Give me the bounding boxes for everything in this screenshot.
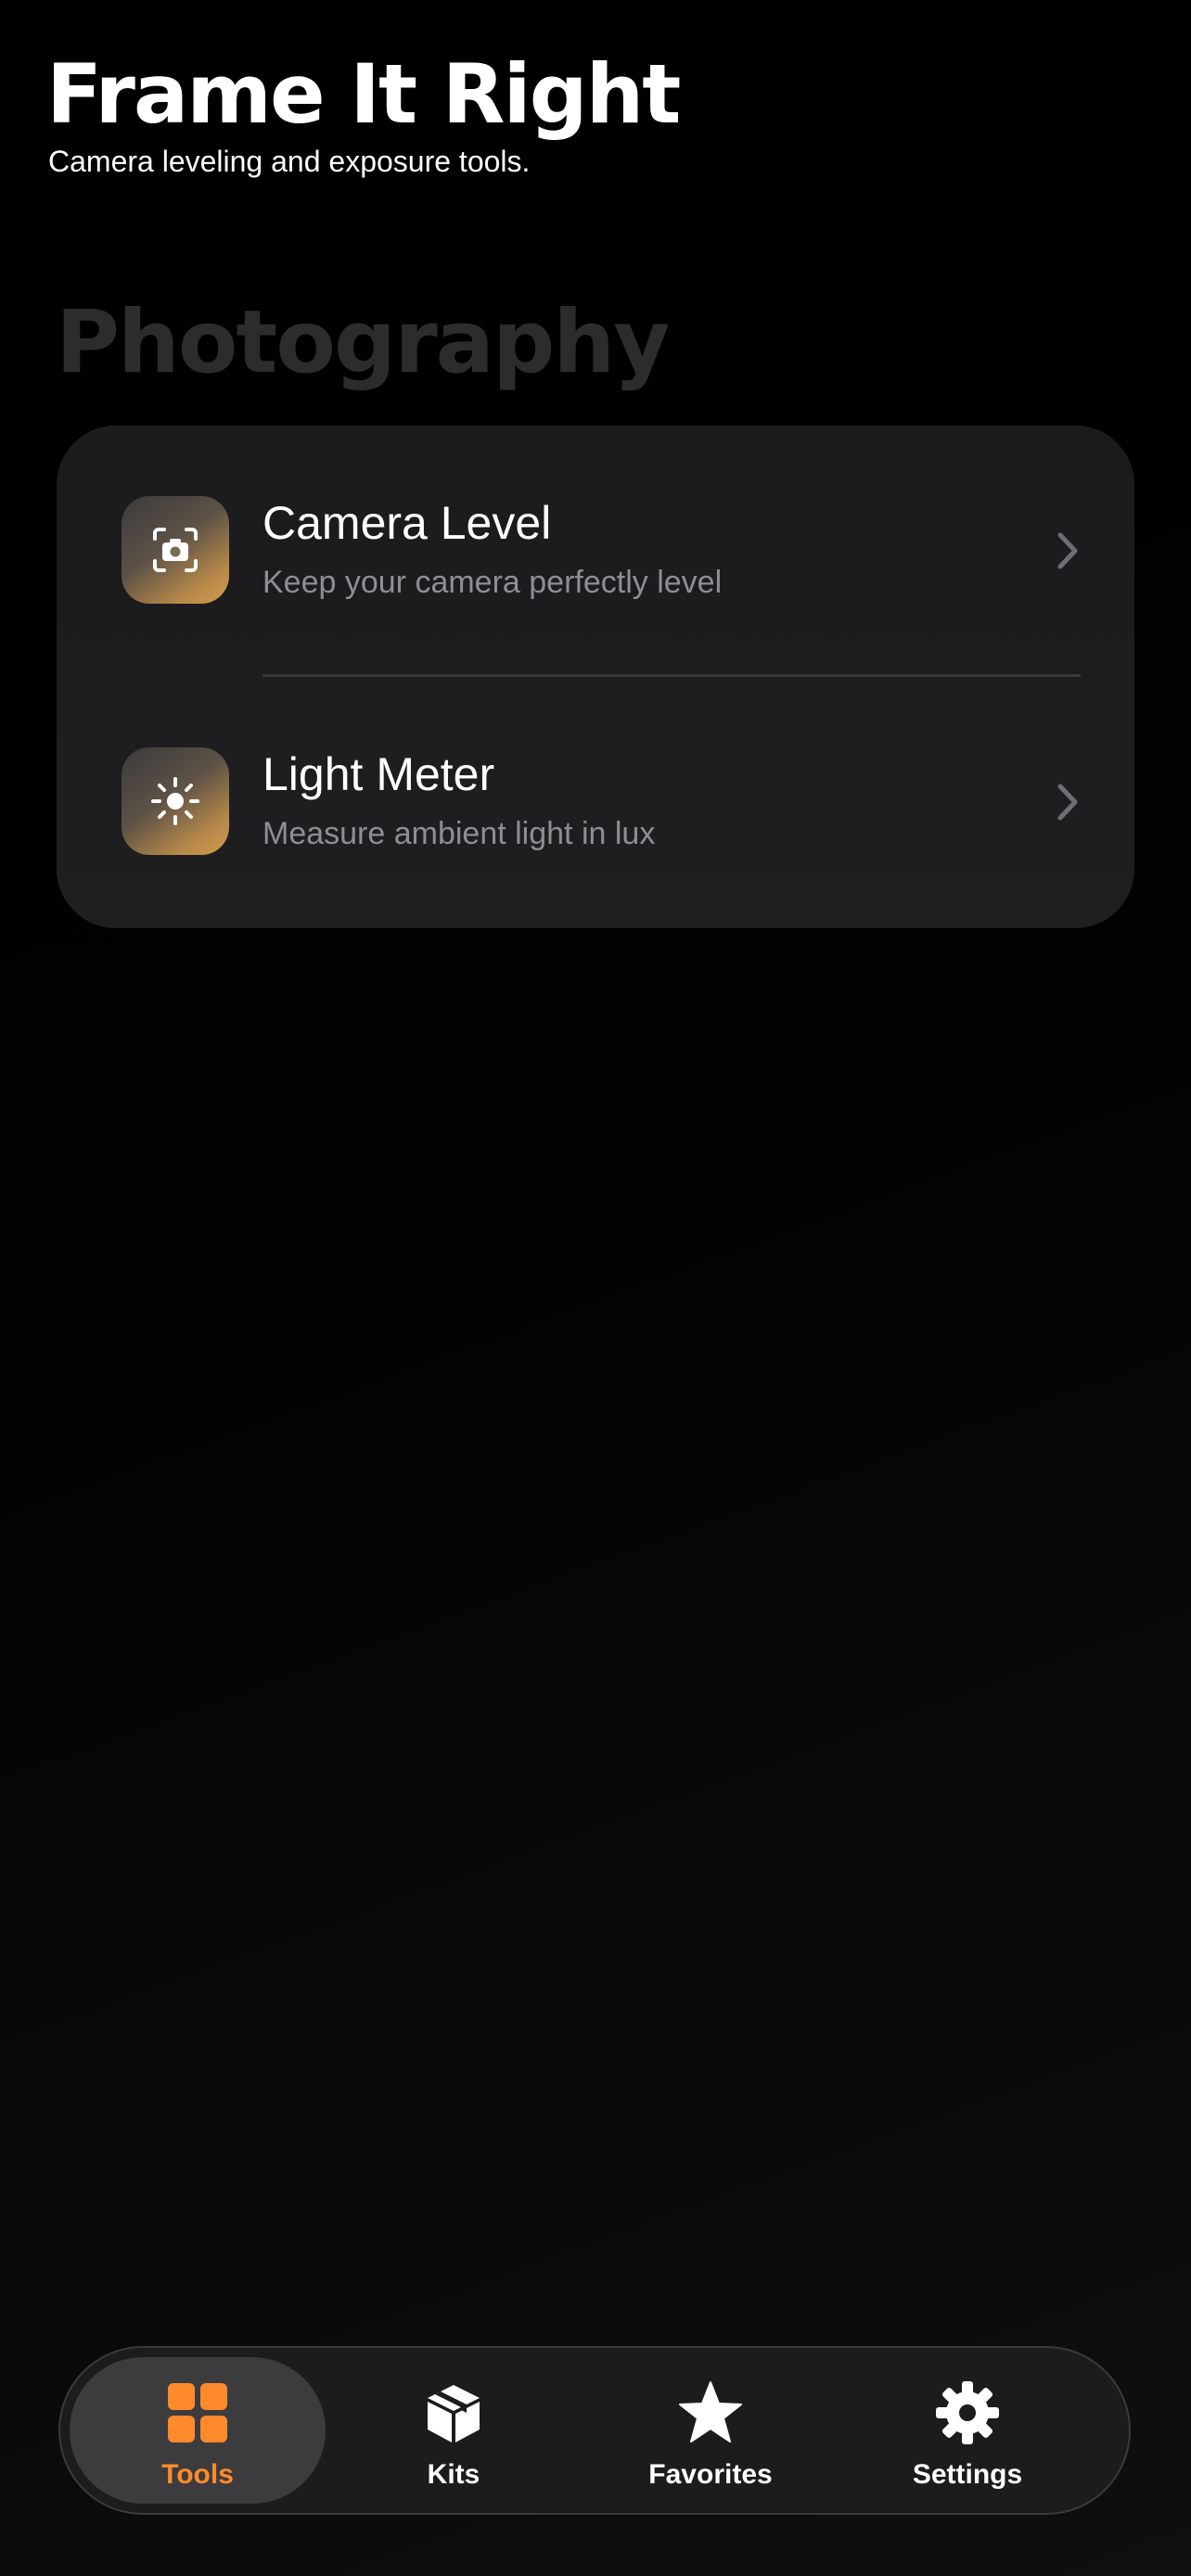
chevron-right-icon (1057, 532, 1078, 569)
section-title: Photography (56, 295, 669, 393)
tab-tools[interactable]: Tools (70, 2357, 326, 2504)
tab-kits[interactable]: Kits (326, 2357, 582, 2504)
tools-card: Camera Level Keep your camera perfectly … (57, 426, 1134, 928)
app-subtitle: Camera leveling and exposure tools. (48, 145, 531, 178)
camera-viewfinder-icon (122, 496, 229, 604)
tab-label: Settings (912, 2459, 1023, 2490)
tab-label: Favorites (648, 2459, 773, 2490)
tool-description: Measure ambient light in lux (263, 816, 656, 851)
tab-label: Kits (427, 2459, 480, 2490)
tool-row-light-meter[interactable]: Light Meter Measure ambient light in lux (57, 677, 1134, 928)
tool-name: Light Meter (263, 748, 495, 800)
tab-favorites[interactable]: Favorites (583, 2357, 839, 2504)
sun-icon (122, 747, 229, 855)
tool-row-camera-level[interactable]: Camera Level Keep your camera perfectly … (57, 426, 1134, 677)
tool-name: Camera Level (263, 497, 552, 549)
gear-icon (936, 2381, 999, 2444)
tab-label: Tools (161, 2459, 234, 2490)
tab-bar: Tools Kits Favorites Settings (58, 2346, 1131, 2515)
grid-icon (168, 2383, 227, 2442)
tool-description: Keep your camera perfectly level (263, 565, 723, 600)
tab-settings[interactable]: Settings (839, 2357, 1095, 2504)
app-title: Frame It Right (46, 46, 681, 142)
star-icon (679, 2381, 742, 2442)
box-icon (428, 2385, 480, 2442)
chevron-right-icon (1057, 784, 1078, 821)
